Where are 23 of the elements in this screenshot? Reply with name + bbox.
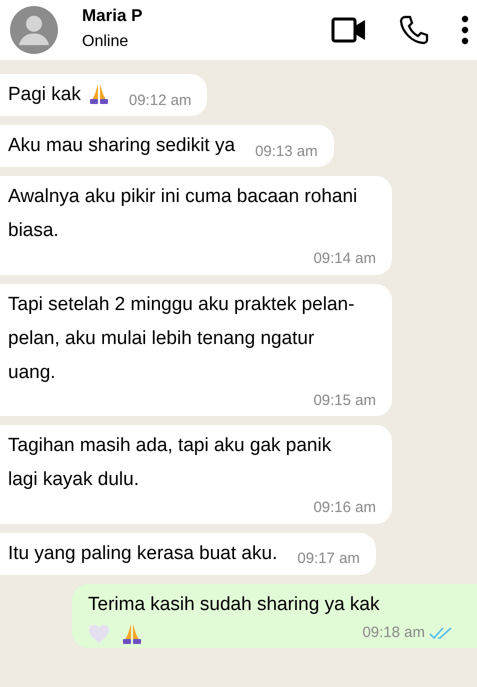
message-time: 09:13 am — [255, 142, 318, 162]
message-text: Itu yang paling kerasa buat aku. — [8, 542, 278, 566]
contact-name: Maria P — [82, 6, 142, 26]
message-time: 09:14 am — [313, 249, 376, 269]
message-time: 09:17 am — [297, 549, 360, 569]
message-text: Awalnya aku pikir ini cuma bacaan rohani biasa. — [8, 185, 358, 243]
message-text: Terima kasih sudah sharing ya kak — [88, 592, 380, 616]
more-options-icon[interactable] — [461, 15, 469, 45]
heart-icon — [88, 624, 110, 644]
praying-hands-icon — [88, 82, 109, 104]
message-time: 09:15 am — [313, 390, 376, 410]
message-text: Tagihan masih ada, tapi aku gak panik lagi kayak dulu. — [8, 434, 332, 492]
message-text: Pagi kak — [8, 83, 81, 107]
video-call-icon[interactable] — [331, 16, 367, 44]
avatar-icon[interactable] — [10, 6, 58, 54]
message-time: 09:16 am — [313, 498, 376, 518]
phone-icon[interactable] — [399, 15, 429, 45]
message-time: 09:12 am — [128, 90, 192, 110]
message-text: Aku mau sharing sedikit ya — [8, 134, 236, 158]
message-text: Tapi setelah 2 minggu aku praktek pelan-pelan, aku mulai lebih tenang ngatur uang. — [8, 292, 356, 384]
message-time: 09:18 am — [362, 622, 425, 642]
praying-hands-icon — [122, 622, 142, 644]
contact-status: Online — [82, 32, 130, 52]
